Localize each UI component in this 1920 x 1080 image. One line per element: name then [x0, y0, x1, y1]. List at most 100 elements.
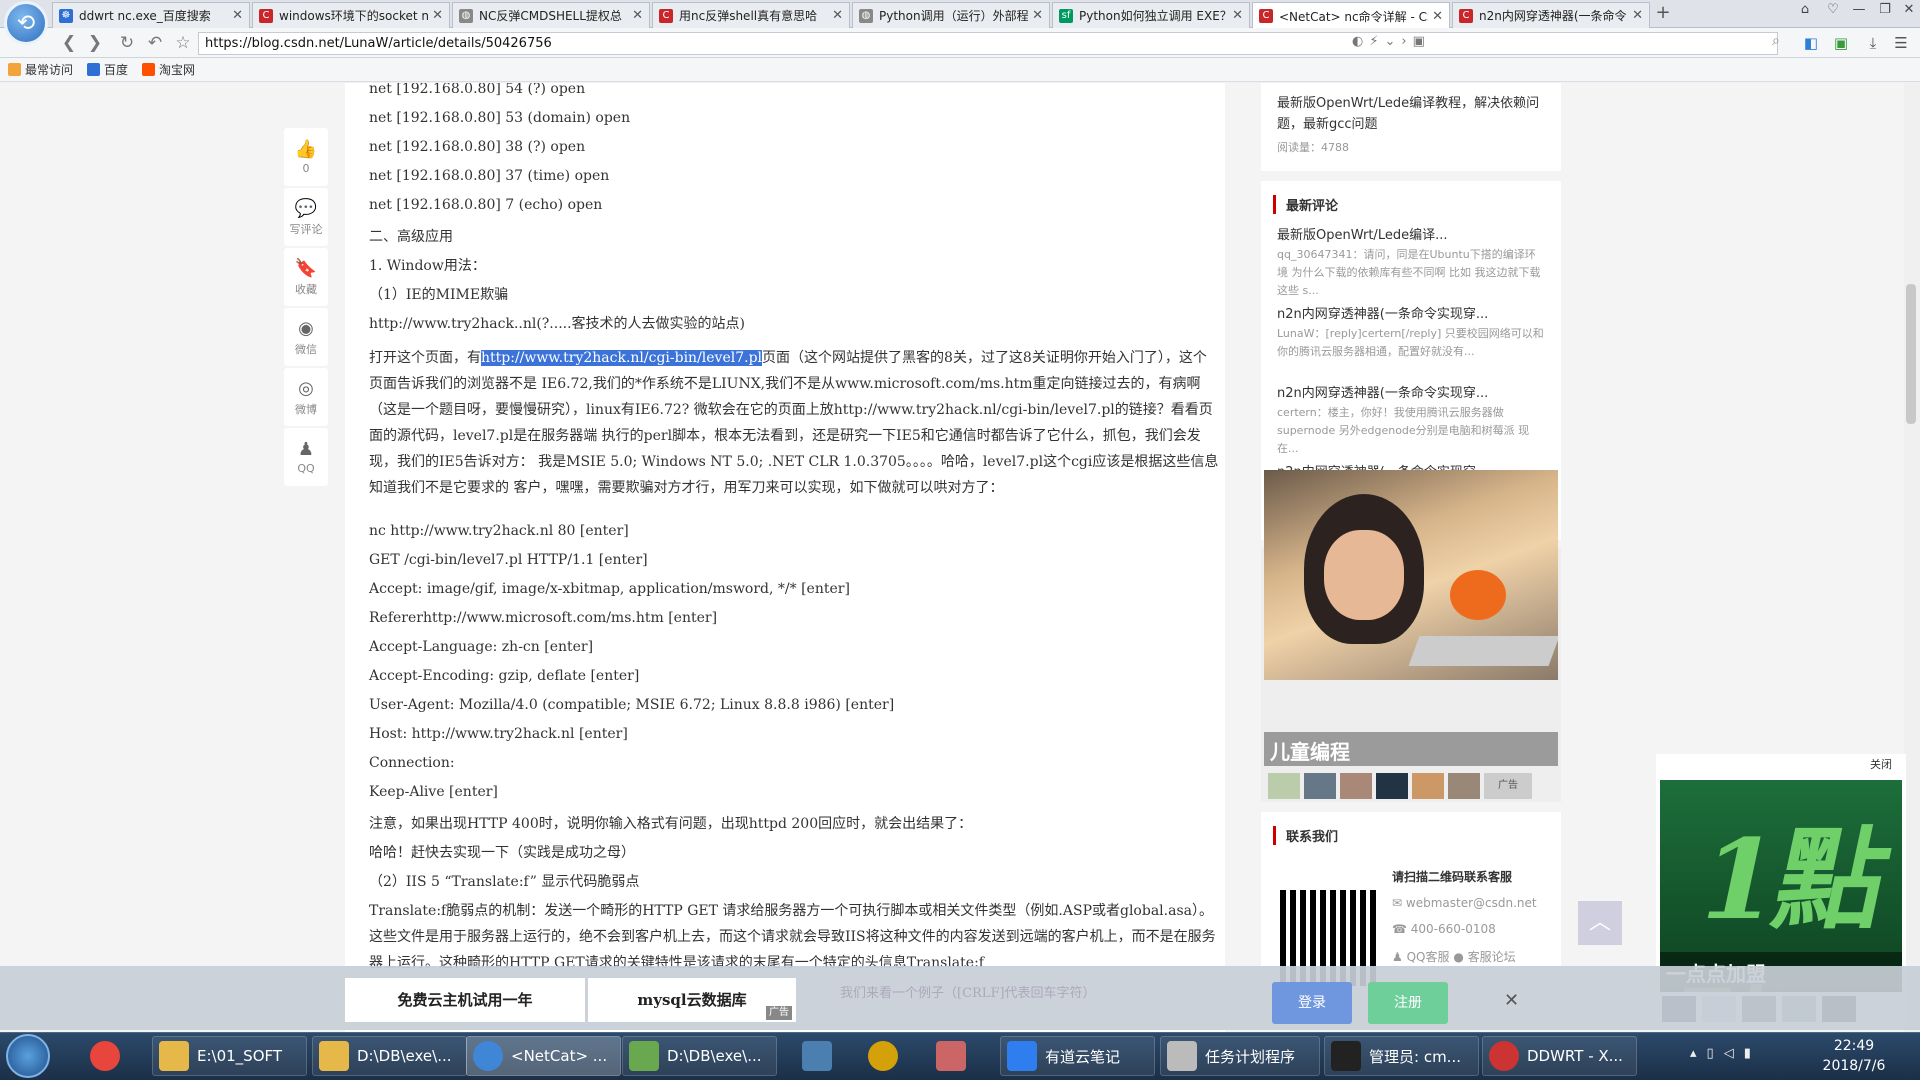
scrollbar[interactable] [1904, 83, 1920, 1033]
download-icon[interactable]: ⤓ [1862, 32, 1884, 54]
address-bar[interactable]: https://blog.csdn.net/LunaW/article/deta… [198, 32, 1778, 55]
comment-title[interactable]: n2n内网穿透神器(一条命令实现穿... [1261, 382, 1561, 401]
bookmark-item[interactable]: 淘宝网 [142, 61, 195, 78]
clock-icon [1167, 1041, 1197, 1071]
floating-ad-image[interactable]: 1點點 一点点加盟 [1660, 780, 1902, 992]
browser-tab[interactable]: ◍ Python调用（运行）外部程 ✕ [852, 2, 1050, 28]
ad-thumbnail[interactable] [1304, 773, 1336, 799]
taskbar-item[interactable]: DDWRT - X... [1482, 1036, 1637, 1076]
bookmark-item[interactable]: 百度 [87, 61, 128, 78]
register-button[interactable]: 注册 [1368, 982, 1448, 1024]
tab-label: windows环境下的socket n [279, 9, 429, 23]
close-tab-icon[interactable]: ✕ [632, 8, 643, 23]
close-tab-icon[interactable]: ✕ [832, 8, 843, 23]
bookmark-item[interactable]: 最常访问 [8, 61, 73, 78]
ad-thumbnail[interactable] [1448, 773, 1480, 799]
taskbar-item[interactable] [930, 1036, 974, 1076]
extension-icon[interactable]: ▣ [1830, 32, 1852, 54]
ad-thumbnail[interactable] [1376, 773, 1408, 799]
close-tab-icon[interactable]: ✕ [1632, 8, 1643, 23]
taskbar-item[interactable]: <NetCat> ... [466, 1036, 621, 1076]
signal-icon[interactable]: ▮ [1744, 1046, 1761, 1061]
browser-tab[interactable]: C <NetCat> nc命令详解 - CS ✕ [1252, 2, 1450, 29]
contact-email[interactable]: webmaster@csdn.net [1406, 896, 1537, 910]
taskbar-item[interactable] [84, 1036, 128, 1076]
wechat-icon: ◉ [298, 317, 314, 339]
clock[interactable]: 22:49 2018/7/6 [1818, 1036, 1890, 1076]
comment-body: qq_30647341：请问，同是在Ubuntu下搭的编译环境 为什么下载的依赖… [1277, 248, 1541, 297]
floating-ad-close[interactable]: 关闭 [1870, 756, 1892, 772]
refresh-button[interactable]: ↻ [116, 33, 138, 53]
close-tab-icon[interactable]: ✕ [1432, 9, 1443, 24]
globe-icon: ◍ [859, 8, 873, 23]
translate-icon[interactable]: ▣ [1413, 34, 1431, 49]
article-tool-weibo[interactable]: ◎ 微博 [284, 368, 328, 426]
menu-icon[interactable]: ☰ [1890, 32, 1912, 54]
taskbar-item[interactable]: D:\DB\exe\... [622, 1036, 777, 1076]
browser-tab[interactable]: Cn2n内网穿透神器(一条命令 ✕ [1452, 2, 1650, 28]
article-tool-qq[interactable]: ♟ QQ [284, 428, 328, 486]
ad-thumbnail[interactable] [1340, 773, 1372, 799]
taskbar-item[interactable] [862, 1036, 906, 1076]
speed-icon[interactable]: ◐ [1352, 34, 1369, 49]
next-icon[interactable]: › [1401, 34, 1412, 49]
browser-logo-icon[interactable]: ⟲ [4, 1, 48, 45]
tray-expand-icon[interactable]: ▴ [1690, 1046, 1707, 1061]
skin-icon[interactable]: ♡ [1820, 0, 1846, 22]
promo-cloud-host[interactable]: 免费云主机试用一年 [345, 978, 585, 1022]
taskbar-item[interactable] [796, 1036, 840, 1076]
taskbar-item[interactable]: D:\DB\exe\... [312, 1036, 467, 1076]
browser-tab[interactable]: Cwindows环境下的socket n ✕ [252, 2, 450, 28]
close-tab-icon[interactable]: ✕ [232, 8, 243, 23]
back-to-top-button[interactable]: ︿ [1578, 901, 1622, 945]
collapse-icon[interactable]: ◧ [1800, 32, 1822, 54]
forward-button[interactable]: ❯ [84, 33, 106, 53]
pin-icon[interactable]: ⌂ [1792, 0, 1818, 22]
browser-tab[interactable]: ◍ NC反弹CMDSHELL提权总 ✕ [452, 2, 650, 28]
close-tab-icon[interactable]: ✕ [432, 8, 443, 23]
dropdown-icon[interactable]: ⌄ [1384, 34, 1401, 49]
hot-article-title[interactable]: 最新版OpenWrt/Lede编译教程，解决依赖问题，最新gcc问题 [1261, 83, 1561, 135]
volume-icon[interactable]: ◁ [1724, 1046, 1744, 1061]
comment-title[interactable]: 最新版OpenWrt/Lede编译... [1261, 224, 1561, 243]
favorite-star-icon[interactable]: ☆ [172, 33, 194, 53]
taskbar-item[interactable]: E:\01_SOFT [152, 1036, 307, 1076]
lightning-icon[interactable]: ⚡ [1369, 34, 1384, 49]
new-tab-button[interactable]: + [1652, 4, 1674, 24]
start-button[interactable] [6, 1034, 50, 1078]
tray-device-icon[interactable]: ▯ [1707, 1046, 1724, 1061]
para-prefix: 打开这个页面，有 [369, 350, 481, 366]
close-tab-icon[interactable]: ✕ [1232, 8, 1243, 23]
browser-tab[interactable]: sf Python如何独立调用 EXE？ ✕ [1052, 2, 1250, 28]
login-button[interactable]: 登录 [1272, 982, 1352, 1024]
undo-close-button[interactable]: ↶ [144, 33, 166, 53]
article-tool-bookmark[interactable]: 🔖 收藏 [284, 248, 328, 306]
article-tool-wechat[interactable]: ◉ 微信 [284, 308, 328, 366]
article-tool-comment[interactable]: 💬 写评论 [284, 188, 328, 246]
close-promo-icon[interactable]: ✕ [1504, 990, 1519, 1011]
back-button[interactable]: ❮ [58, 33, 80, 53]
taskbar-item-label: <NetCat> ... [511, 1047, 608, 1065]
ad-caption[interactable]: 儿童编程 [1264, 732, 1558, 766]
ad-thumbnail[interactable] [1412, 773, 1444, 799]
highlighted-link[interactable]: http://www.try2hack.nl/cgi-bin/level7.pl [481, 350, 763, 366]
close-tab-icon[interactable]: ✕ [1032, 8, 1043, 23]
promo-mysql[interactable]: mysql云数据库 广告 [588, 978, 796, 1022]
article-paragraph: 打开这个页面，有http://www.try2hack.nl/cgi-bin/l… [369, 345, 1219, 501]
browser-tab[interactable]: ☸ ddwrt nc.exe_百度搜索 ✕ [52, 2, 250, 28]
close-window-button[interactable]: ✕ [1896, 0, 1920, 22]
maximize-button[interactable]: ❐ [1872, 0, 1898, 22]
ad-thumbnail[interactable] [1268, 773, 1300, 799]
browser-tab[interactable]: C 用nc反弹shell真有意思哈 ✕ [652, 2, 850, 28]
minimize-button[interactable]: — [1846, 0, 1872, 22]
ad-image[interactable] [1264, 470, 1558, 680]
taskbar-item[interactable]: 任务计划程序 [1160, 1036, 1320, 1076]
contact-qq[interactable]: QQ客服 [1407, 950, 1450, 964]
taskbar-item[interactable]: 管理员: cm... [1324, 1036, 1479, 1076]
contact-forum[interactable]: 客服论坛 [1468, 950, 1516, 964]
comment-title[interactable]: n2n内网穿透神器(一条命令实现穿... [1261, 303, 1561, 322]
scrollbar-thumb[interactable] [1906, 284, 1916, 424]
article-tool-thumbs-up[interactable]: 👍 0 [284, 128, 328, 186]
taskbar-item[interactable]: 有道云笔记 [1000, 1036, 1155, 1076]
search-icon[interactable]: ⌕ [1772, 33, 1780, 49]
